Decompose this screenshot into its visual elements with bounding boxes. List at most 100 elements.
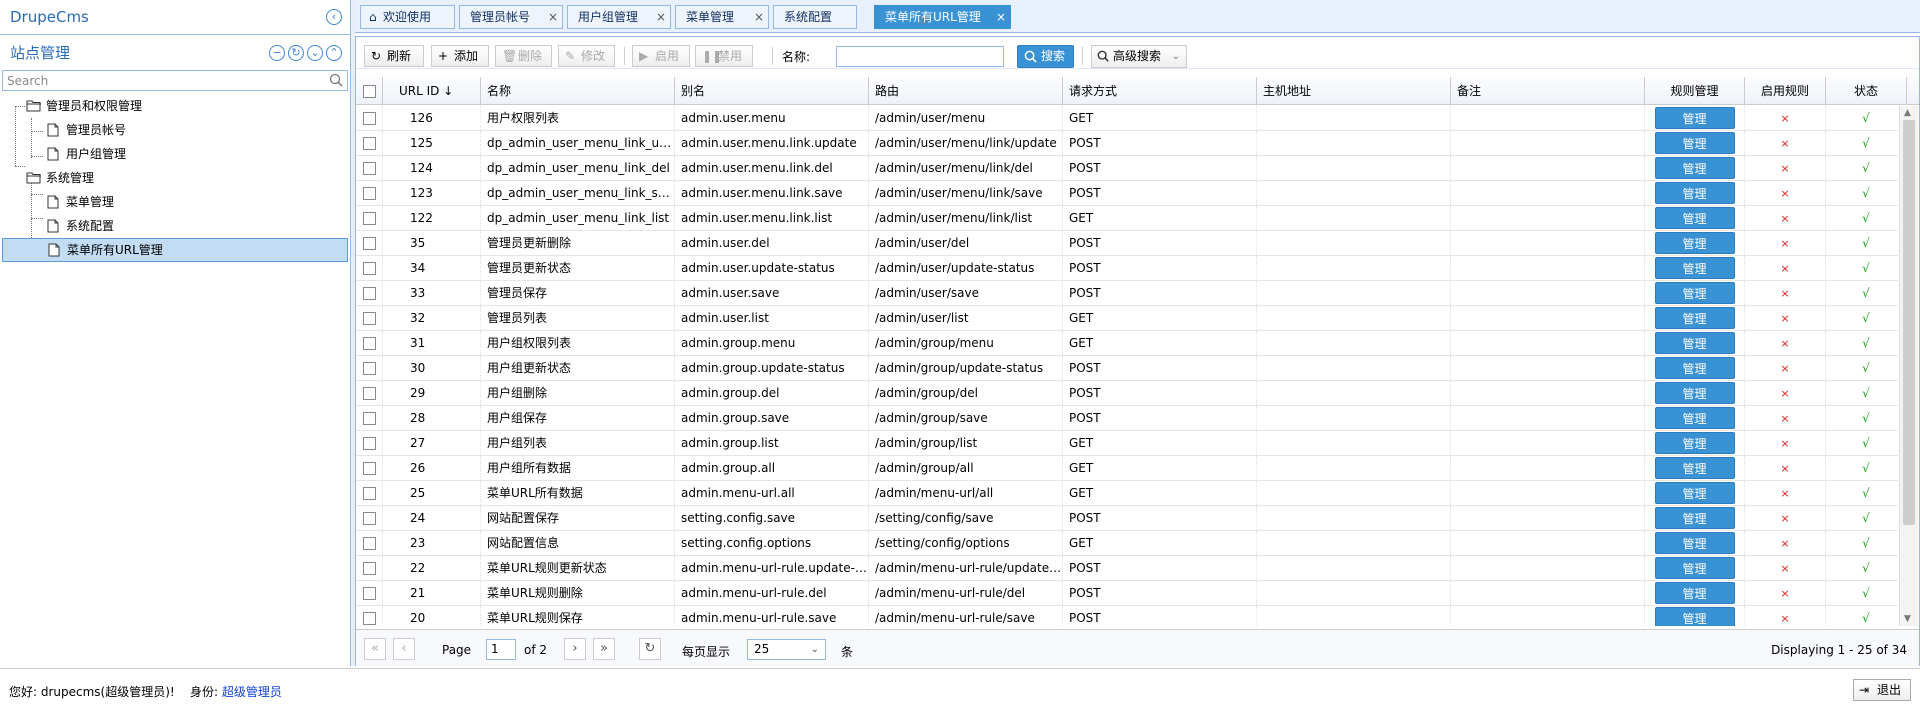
tree-node-menu[interactable]: 菜单管理 [0, 190, 350, 214]
manage-rules-button[interactable]: 管理 [1654, 232, 1735, 254]
table-row[interactable]: 28 用户组保存 admin.group.save/admin/group/save… [356, 406, 1898, 431]
table-row[interactable]: 32 管理员列表 admin.user.list/admin/user/list GE… [356, 306, 1898, 331]
advanced-search-button[interactable]: 高级搜索 ⌄ [1091, 45, 1187, 68]
row-checkbox[interactable] [362, 462, 376, 475]
row-checkbox[interactable] [362, 262, 376, 275]
table-row[interactable]: 27 用户组列表 admin.group.list/admin/group/list… [356, 431, 1898, 456]
table-row[interactable]: 24 网站配置保存 setting.config.save/setting/conf… [356, 506, 1898, 531]
manage-rules-button[interactable]: 管理 [1654, 132, 1735, 154]
row-checkbox[interactable] [362, 137, 376, 150]
row-checkbox[interactable] [362, 287, 376, 300]
tab-admin-accounts[interactable]: 管理员帐号 × [459, 5, 563, 29]
manage-rules-button[interactable]: 管理 [1654, 457, 1735, 479]
user-role-link[interactable]: 超级管理员 [222, 685, 282, 699]
first-page-button[interactable]: « [364, 638, 386, 660]
tree-node-system[interactable]: 系统管理 [0, 166, 350, 190]
column-header-rule-enabled[interactable]: 启用规则 [1745, 77, 1826, 105]
manage-rules-button[interactable]: 管理 [1654, 157, 1735, 179]
close-icon[interactable]: × [996, 6, 1006, 28]
row-checkbox[interactable] [362, 212, 376, 225]
table-row[interactable]: 35 管理员更新删除 admin.user.del/admin/user/del PO… [356, 231, 1898, 256]
table-row[interactable]: 29 用户组删除 admin.group.del/admin/group/del PO… [356, 381, 1898, 406]
tree-node-admin-accounts[interactable]: 管理员帐号 [0, 118, 350, 142]
table-row[interactable]: 22 菜单URL规则更新状态 admin.menu-url-rule.update-… [356, 556, 1898, 581]
row-checkbox[interactable] [362, 587, 376, 600]
row-checkbox[interactable] [362, 437, 376, 450]
manage-rules-button[interactable]: 管理 [1654, 407, 1735, 429]
tree-search-input[interactable] [3, 71, 347, 90]
next-page-button[interactable]: › [564, 638, 586, 660]
manage-rules-button[interactable]: 管理 [1654, 107, 1735, 129]
table-row[interactable]: 125 dp_admin_user_menu_link_update admin.u… [356, 131, 1898, 156]
manage-rules-button[interactable]: 管理 [1654, 382, 1735, 404]
column-header-alias[interactable]: 别名 [675, 77, 869, 105]
table-row[interactable]: 123 dp_admin_user_menu_link_save admin.use… [356, 181, 1898, 206]
manage-rules-button[interactable]: 管理 [1654, 432, 1735, 454]
disable-button[interactable]: ❚❚ 禁用 [695, 45, 753, 67]
delete-button[interactable]: 🗑 删除 [495, 45, 552, 67]
row-checkbox[interactable] [362, 162, 376, 175]
row-checkbox[interactable] [362, 237, 376, 250]
row-checkbox[interactable] [362, 512, 376, 525]
table-row[interactable]: 122 dp_admin_user_menu_link_list admin.use… [356, 206, 1898, 231]
column-header-url-id[interactable]: URL ID ↓ [383, 77, 481, 105]
close-icon[interactable]: × [754, 6, 764, 28]
search-icon[interactable] [329, 73, 343, 87]
manage-rules-button[interactable]: 管理 [1654, 332, 1735, 354]
row-checkbox[interactable] [362, 612, 376, 625]
close-icon[interactable]: × [656, 6, 666, 28]
manage-rules-button[interactable]: 管理 [1654, 207, 1735, 229]
per-page-select[interactable]: 25 ⌄ [747, 639, 826, 660]
collapse-panel-icon[interactable]: ‹ [326, 9, 342, 25]
tree-node-system-config[interactable]: 系统配置 [0, 214, 350, 238]
name-filter-input[interactable] [836, 46, 1004, 67]
close-icon[interactable]: × [548, 6, 558, 28]
manage-rules-button[interactable]: 管理 [1654, 532, 1735, 554]
row-checkbox[interactable] [362, 312, 376, 325]
vertical-scrollbar[interactable]: ▲ ▼ [1899, 106, 1918, 626]
manage-rules-button[interactable]: 管理 [1654, 257, 1735, 279]
logout-button[interactable]: ⇥ 退出 [1853, 679, 1911, 701]
tree-node-user-groups[interactable]: 用户组管理 [0, 142, 350, 166]
manage-rules-button[interactable]: 管理 [1654, 357, 1735, 379]
edit-button[interactable]: ✎ 修改 [558, 45, 615, 67]
tab-welcome[interactable]: ⌂ 欢迎使用 [360, 5, 455, 29]
row-checkbox[interactable] [362, 562, 376, 575]
column-header-remark[interactable]: 备注 [1451, 77, 1645, 105]
table-row[interactable]: 31 用户组权限列表 admin.group.menu/admin/group/me… [356, 331, 1898, 356]
row-checkbox[interactable] [362, 187, 376, 200]
manage-rules-button[interactable]: 管理 [1654, 482, 1735, 504]
add-button[interactable]: + 添加 [431, 45, 489, 67]
enable-button[interactable]: ▶ 启用 [632, 45, 690, 67]
last-page-button[interactable]: » [593, 638, 615, 660]
manage-rules-button[interactable]: 管理 [1654, 307, 1735, 329]
table-row[interactable]: 21 菜单URL规则删除 admin.menu-url-rule.del/admin… [356, 581, 1898, 606]
table-row[interactable]: 34 管理员更新状态 admin.user.update-status/admin/… [356, 256, 1898, 281]
search-button[interactable]: 搜索 [1017, 45, 1074, 68]
row-checkbox[interactable] [362, 537, 376, 550]
table-row[interactable]: 33 管理员保存 admin.user.save/admin/user/save PO… [356, 281, 1898, 306]
row-checkbox[interactable] [362, 412, 376, 425]
table-row[interactable]: 26 用户组所有数据 admin.group.all/admin/group/all… [356, 456, 1898, 481]
column-header-rule-manage[interactable]: 规则管理 [1645, 77, 1745, 105]
tab-system-config[interactable]: 系统配置 [773, 5, 857, 29]
page-number-input[interactable]: 1 [486, 639, 516, 660]
column-header-host[interactable]: 主机地址 [1257, 77, 1451, 105]
manage-rules-button[interactable]: 管理 [1654, 607, 1735, 626]
table-row[interactable]: 23 网站配置信息 setting.config.options/setting/c… [356, 531, 1898, 556]
row-checkbox[interactable] [362, 487, 376, 500]
collapse-up-icon[interactable]: ⌃ [326, 44, 342, 61]
table-row[interactable]: 25 菜单URL所有数据 admin.menu-url.all/admin/menu… [356, 481, 1898, 506]
refresh-button[interactable]: ↻ 刷新 [364, 45, 424, 67]
table-row[interactable]: 124 dp_admin_user_menu_link_del admin.user… [356, 156, 1898, 181]
tab-menu[interactable]: 菜单管理 × [675, 5, 769, 29]
tab-user-groups[interactable]: 用户组管理 × [567, 5, 671, 29]
expand-down-icon[interactable]: ⌄ [307, 44, 323, 61]
reload-icon[interactable]: ↻ [288, 44, 304, 61]
collapse-all-icon[interactable]: − [269, 44, 285, 61]
tree-node-menu-urls[interactable]: 菜单所有URL管理 [2, 238, 348, 262]
tree-node-admin-permissions[interactable]: 管理员和权限管理 [0, 94, 350, 118]
manage-rules-button[interactable]: 管理 [1654, 507, 1735, 529]
manage-rules-button[interactable]: 管理 [1654, 557, 1735, 579]
reload-page-button[interactable]: ↻ [639, 638, 661, 660]
